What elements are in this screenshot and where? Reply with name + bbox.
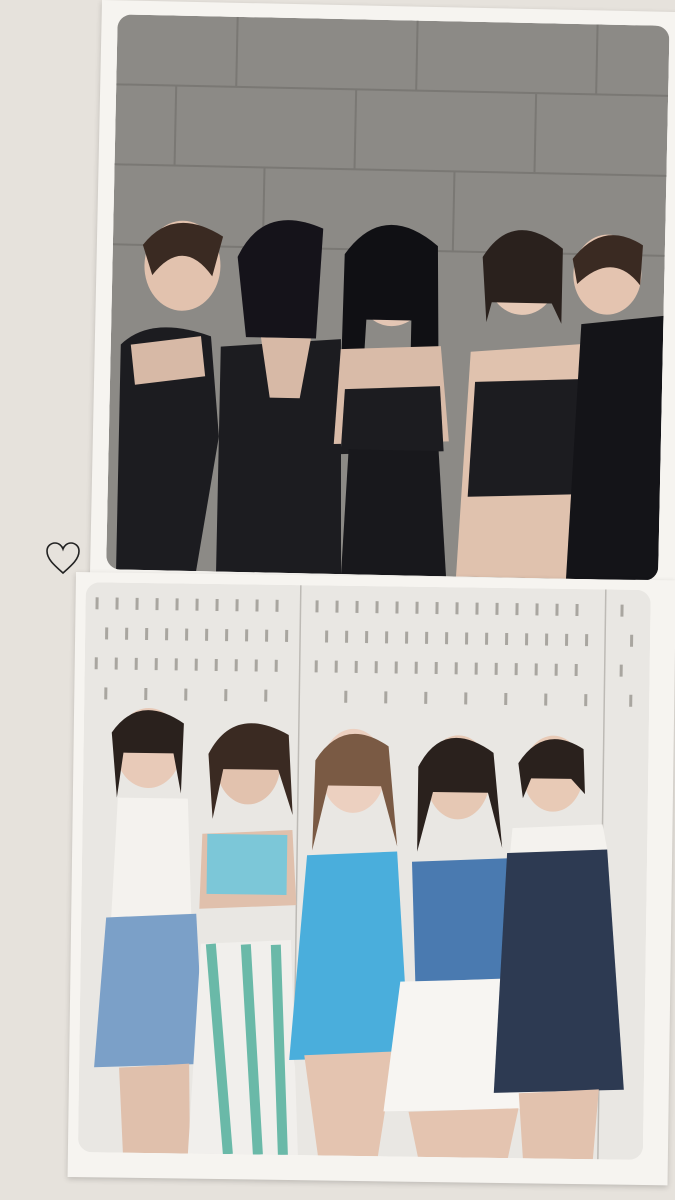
member-figure	[333, 225, 449, 577]
heart-outline-icon	[44, 540, 82, 576]
photo-card-top	[89, 0, 675, 595]
group-photo-black-outfits	[106, 14, 670, 581]
photo-card-bottom	[67, 572, 675, 1186]
group-photo-summer-outfits	[77, 582, 651, 1160]
